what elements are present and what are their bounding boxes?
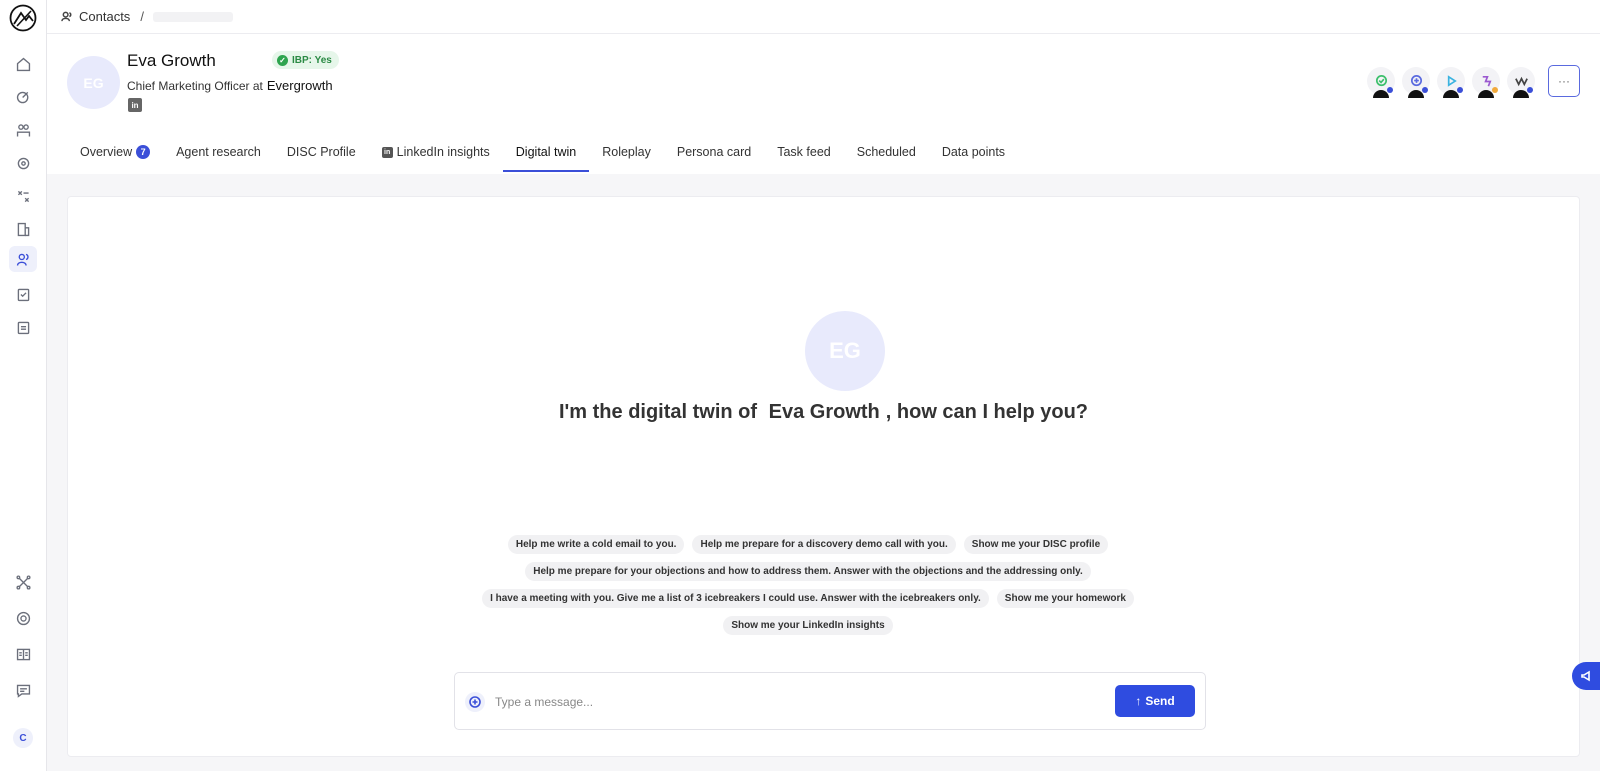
feedback-megaphone-icon[interactable] (1572, 662, 1600, 690)
twin-greeting: I'm the digital twin of Eva Growth, how … (68, 401, 1579, 424)
contacts-icon[interactable] (9, 246, 37, 272)
settings-gear-icon[interactable] (13, 608, 33, 628)
tasks-icon[interactable] (13, 284, 33, 304)
companies-icon[interactable] (13, 219, 33, 239)
radar-icon[interactable] (13, 153, 33, 173)
tab-scheduled[interactable]: Scheduled (844, 132, 929, 172)
add-attachment-plus-icon[interactable] (465, 692, 485, 712)
suggestion-chip[interactable]: Show me your LinkedIn insights (723, 616, 893, 635)
tab-data-points[interactable]: Data points (929, 132, 1018, 172)
arrow-up-icon: ↑ (1135, 694, 1142, 708)
workflow-icon[interactable] (13, 186, 33, 206)
chat-panel: EG I'm the digital twin of Eva Growth, h… (67, 196, 1580, 757)
suggestion-chips: Help me write a cold email to you. Help … (428, 535, 1188, 635)
contact-company-link[interactable]: Evergrowth (267, 78, 333, 93)
enrich-plus-icon[interactable] (1402, 67, 1430, 98)
tab-label: LinkedIn insights (396, 145, 490, 159)
tab-label: Agent research (176, 145, 261, 159)
tab-linkedin-insights[interactable]: in LinkedIn insights (369, 132, 503, 172)
breadcrumb-label: Contacts (79, 9, 131, 24)
linkedin-profile-icon[interactable]: in (128, 98, 142, 112)
suggestion-chip[interactable]: Help me prepare for a discovery demo cal… (692, 535, 956, 554)
tab-persona-card[interactable]: Persona card (664, 132, 764, 172)
wave-integration-icon[interactable] (1507, 67, 1535, 98)
tab-disc-profile[interactable]: DISC Profile (274, 132, 369, 172)
breadcrumb-contacts[interactable]: Contacts (61, 9, 130, 24)
tab-label: Digital twin (515, 145, 577, 159)
contact-name: Eva Growth (127, 51, 216, 70)
linkedin-icon: in (381, 146, 393, 158)
breadcrumb: Contacts / (47, 0, 1600, 34)
contact-avatar: EG (67, 56, 120, 109)
user-avatar[interactable]: C (13, 728, 33, 748)
suggestion-chip[interactable]: Show me your homework (996, 589, 1134, 608)
message-composer: ↑ Send (454, 672, 1206, 730)
tab-task-feed[interactable]: Task feed (764, 132, 844, 172)
team-icon[interactable] (13, 120, 33, 140)
breadcrumb-separator: / (140, 9, 144, 24)
home-icon[interactable] (13, 54, 33, 74)
greeting-suffix: , how can I help you? (885, 401, 1089, 423)
greeting-prefix: I'm the digital twin of (558, 401, 758, 423)
check-circle-icon: ✓ (277, 54, 288, 66)
message-input[interactable] (495, 692, 1095, 712)
analytics-icon[interactable] (13, 87, 33, 107)
suggestion-chip[interactable]: I have a meeting with you. Give me a lis… (482, 589, 989, 608)
tab-overview[interactable]: Overview 7 (67, 132, 163, 172)
play-sequence-icon[interactable] (1437, 67, 1465, 98)
ibp-label: IBP: Yes (292, 54, 332, 66)
contacts-icon (61, 11, 72, 22)
contact-header: EG Eva Growth ✓ IBP: Yes Chief Marketing… (47, 34, 1600, 172)
contact-role-text: Chief Marketing Officer at (127, 79, 263, 93)
tab-label: Scheduled (856, 145, 916, 159)
send-button[interactable]: ↑ Send (1115, 685, 1195, 717)
tab-roleplay[interactable]: Roleplay (589, 132, 664, 172)
tab-digital-twin[interactable]: Digital twin (502, 132, 590, 172)
outreach-flow-icon[interactable] (1472, 67, 1500, 98)
contact-tabs: Overview 7 Agent research DISC Profile i… (67, 132, 1018, 172)
clipboard-icon[interactable] (13, 317, 33, 337)
digital-twin-content: EG I'm the digital twin of Eva Growth, h… (47, 174, 1600, 771)
breadcrumb-current-blurred (152, 11, 233, 22)
contact-role: Chief Marketing Officer at Evergrowth (127, 78, 333, 93)
more-options-button[interactable]: ··· (1548, 65, 1580, 97)
tab-label: Roleplay (602, 145, 651, 159)
greeting-name: Eva Growth (762, 401, 886, 423)
chat-support-icon[interactable] (13, 680, 33, 700)
suggestion-chip[interactable]: Show me your DISC profile (963, 535, 1109, 554)
ibp-status-badge: ✓ IBP: Yes (272, 51, 339, 69)
integration-actions: ··· (1367, 65, 1580, 98)
overview-count-badge: 7 (136, 145, 151, 159)
verified-contact-icon[interactable] (1367, 67, 1395, 98)
suggestion-chip[interactable]: Help me write a cold email to you. (507, 535, 685, 554)
send-label: Send (1145, 694, 1175, 708)
twin-avatar: EG (805, 311, 885, 391)
tab-label: Overview (80, 145, 133, 159)
tab-label: Persona card (676, 145, 752, 159)
suggestion-chip[interactable]: Help me prepare for your objections and … (525, 562, 1091, 581)
docs-book-icon[interactable] (13, 644, 33, 664)
tab-agent-research[interactable]: Agent research (163, 132, 274, 172)
integrations-icon[interactable] (13, 572, 33, 592)
tab-label: DISC Profile (286, 145, 356, 159)
tab-label: Task feed (777, 145, 831, 159)
tab-label: Data points (941, 145, 1006, 159)
left-nav-rail: C (0, 0, 47, 771)
app-logo-icon[interactable] (9, 4, 37, 32)
